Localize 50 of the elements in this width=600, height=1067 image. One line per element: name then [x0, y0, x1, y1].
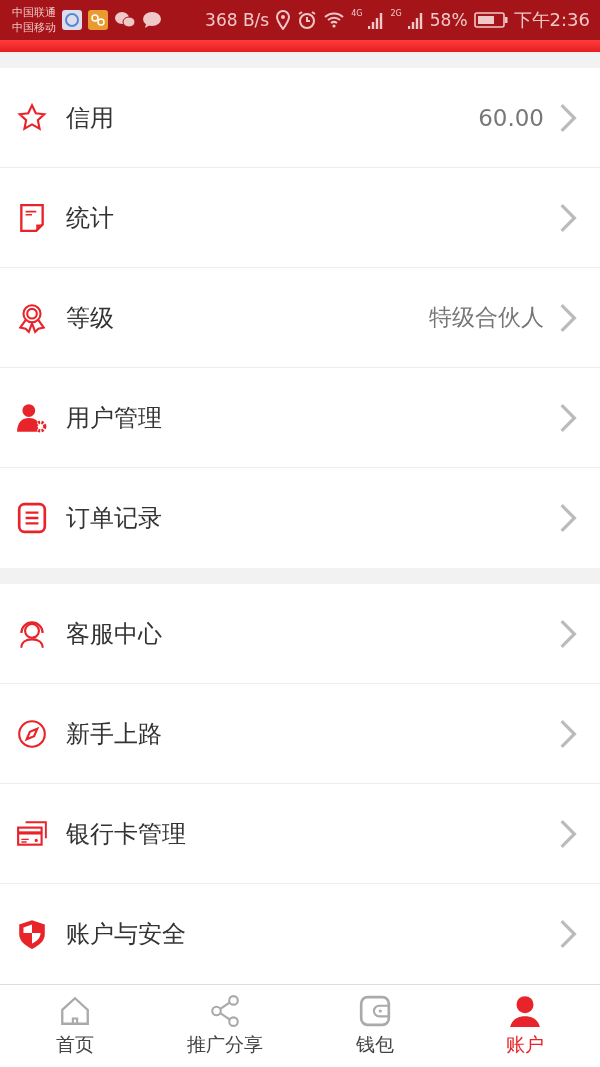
- menu-label: 统计: [66, 202, 114, 234]
- signal-icon: [407, 11, 424, 29]
- menu-label: 用户管理: [66, 402, 162, 434]
- shield-icon: [16, 918, 48, 950]
- app-icon: [88, 10, 108, 30]
- carrier-name: 中国联通: [12, 5, 56, 20]
- person-icon: [508, 994, 542, 1028]
- menu-label: 新手上路: [66, 718, 162, 750]
- location-icon: [275, 10, 292, 30]
- menu-value: 特级合伙人: [429, 303, 544, 332]
- list-icon: [16, 502, 48, 534]
- tab[interactable]: 首页: [0, 985, 150, 1067]
- menu-label: 银行卡管理: [66, 818, 186, 850]
- share-icon: [208, 994, 242, 1028]
- menu-item[interactable]: 信用 60.00: [0, 68, 600, 168]
- network-type: 4G: [351, 9, 363, 18]
- tab[interactable]: 推广分享: [150, 985, 300, 1067]
- menu-item[interactable]: 用户管理: [0, 368, 600, 468]
- menu-value: 60.00: [478, 104, 544, 131]
- network-speed: 368 B/s: [205, 10, 270, 30]
- message-icon: [142, 11, 162, 29]
- tab[interactable]: 账户: [450, 985, 600, 1067]
- menu-label: 等级: [66, 302, 114, 334]
- tab[interactable]: 钱包: [300, 985, 450, 1067]
- wechat-icon: [114, 11, 136, 29]
- wifi-icon: [323, 11, 346, 29]
- menu-label: 订单记录: [66, 503, 162, 534]
- menu-item[interactable]: 统计: [0, 168, 600, 268]
- signal-icon: [368, 11, 385, 29]
- carrier-name: 中国移动: [12, 20, 56, 35]
- home-icon: [58, 994, 92, 1028]
- menu-item[interactable]: 等级 特级合伙人: [0, 268, 600, 368]
- menu-item[interactable]: 账户与安全: [0, 884, 600, 984]
- clock: 下午2:36: [513, 8, 590, 32]
- wallet-icon: [358, 994, 392, 1028]
- menu-label: 信用: [66, 102, 114, 134]
- menu-item[interactable]: 银行卡管理: [0, 784, 600, 884]
- menu-item[interactable]: 订单记录: [0, 468, 600, 568]
- menu-item[interactable]: 客服中心: [0, 584, 600, 684]
- battery-icon: [473, 11, 508, 29]
- chat-app-icon: [62, 10, 82, 30]
- menu-label: 账户与安全: [66, 919, 186, 950]
- user-gear-icon: [16, 401, 48, 434]
- network-type: 2G: [390, 9, 402, 18]
- medal-icon: [16, 301, 48, 334]
- battery-percent: 58%: [429, 10, 468, 30]
- alarm-icon: [297, 10, 318, 30]
- compass-icon: [16, 717, 48, 750]
- menu-item[interactable]: 新手上路: [0, 684, 600, 784]
- menu-label: 客服中心: [66, 618, 162, 650]
